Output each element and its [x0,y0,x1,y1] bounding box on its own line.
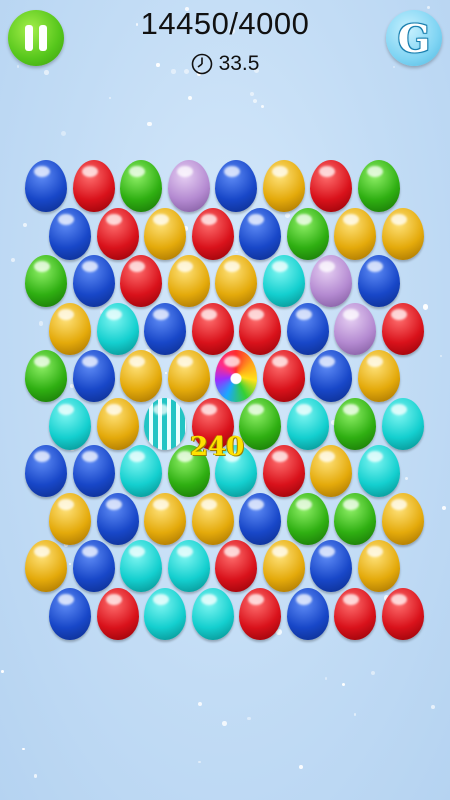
egg-cyan[interactable] [120,445,162,497]
egg-red[interactable] [96,207,139,260]
egg-cyan[interactable] [144,587,186,640]
egg-blue[interactable] [239,207,281,260]
egg-yellow[interactable] [215,255,257,307]
egg-blue[interactable] [72,445,115,497]
egg-green[interactable] [25,350,67,402]
egg-green[interactable] [239,397,281,450]
egg-blue[interactable] [72,255,115,307]
egg-cyan[interactable] [357,445,400,497]
egg-cyan[interactable] [286,397,329,450]
egg-green[interactable] [25,255,67,307]
egg-blue[interactable] [144,302,186,355]
egg-green[interactable] [334,397,376,450]
egg-red[interactable] [72,160,115,212]
egg-cyan[interactable] [120,540,162,592]
egg-yellow[interactable] [167,255,210,307]
egg-red[interactable] [310,160,352,212]
egg-red[interactable] [381,587,424,640]
egg-red[interactable] [215,540,257,592]
egg-red[interactable] [120,255,162,307]
egg-yellow[interactable] [96,397,139,450]
egg-blue[interactable] [96,492,139,545]
egg-blue[interactable] [215,160,257,212]
egg-yellow[interactable] [144,207,186,260]
egg-blue[interactable] [49,207,91,260]
egg-red[interactable] [191,207,234,260]
egg-green[interactable] [334,492,376,545]
egg-red[interactable] [96,587,139,640]
egg-blue[interactable] [49,587,91,640]
egg-board [0,0,450,800]
egg-cyan[interactable] [381,397,424,450]
egg-purple[interactable] [167,160,210,212]
egg-yellow[interactable] [167,350,210,402]
egg-striped[interactable] [144,397,186,450]
egg-cyan[interactable] [96,302,139,355]
egg-yellow[interactable] [357,350,400,402]
egg-cyan[interactable] [49,397,91,450]
egg-swirl[interactable] [215,350,257,402]
egg-yellow[interactable] [144,492,186,545]
egg-yellow[interactable] [357,540,400,592]
egg-green[interactable] [286,492,329,545]
egg-yellow[interactable] [262,540,305,592]
egg-blue[interactable] [72,540,115,592]
egg-yellow[interactable] [49,492,91,545]
egg-green[interactable] [357,160,400,212]
egg-yellow[interactable] [191,492,234,545]
egg-blue[interactable] [357,255,400,307]
egg-cyan[interactable] [262,255,305,307]
egg-red[interactable] [239,587,281,640]
egg-yellow[interactable] [334,207,376,260]
egg-red[interactable] [191,302,234,355]
egg-blue[interactable] [239,492,281,545]
egg-green[interactable] [120,160,162,212]
egg-yellow[interactable] [25,540,67,592]
egg-blue[interactable] [286,302,329,355]
egg-purple[interactable] [310,255,352,307]
egg-cyan[interactable] [191,587,234,640]
egg-yellow[interactable] [262,160,305,212]
egg-yellow[interactable] [381,492,424,545]
egg-red[interactable] [334,587,376,640]
egg-yellow[interactable] [381,207,424,260]
egg-blue[interactable] [25,445,67,497]
egg-blue[interactable] [72,350,115,402]
egg-blue[interactable] [310,540,352,592]
egg-yellow[interactable] [310,445,352,497]
egg-blue[interactable] [25,160,67,212]
egg-red[interactable] [262,445,305,497]
egg-red[interactable] [239,302,281,355]
egg-red[interactable] [381,302,424,355]
egg-purple[interactable] [334,302,376,355]
egg-yellow[interactable] [49,302,91,355]
egg-blue[interactable] [310,350,352,402]
egg-blue[interactable] [286,587,329,640]
egg-yellow[interactable] [120,350,162,402]
egg-green[interactable] [286,207,329,260]
egg-red[interactable] [262,350,305,402]
points-popup: 240 [190,432,245,462]
egg-cyan[interactable] [167,540,210,592]
